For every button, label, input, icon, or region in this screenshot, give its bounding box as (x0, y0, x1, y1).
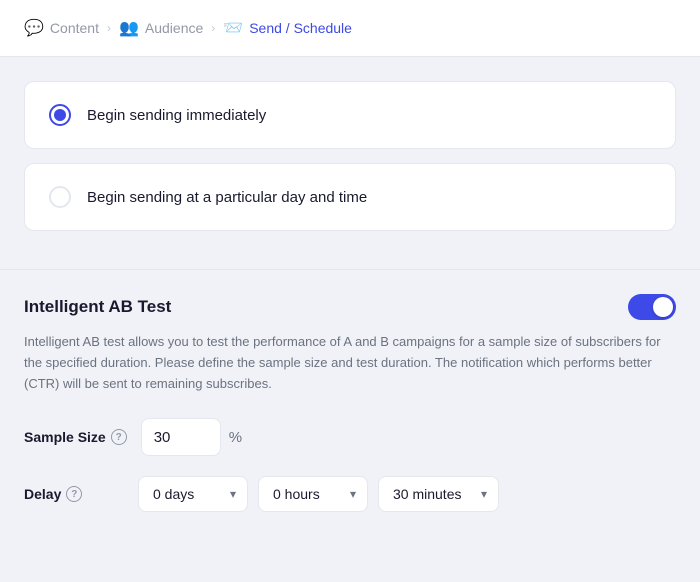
hours-select-wrap: 0 hours 1 hours 2 hours 3 hours 6 hours … (258, 476, 368, 512)
sample-size-input-wrap: % (141, 418, 242, 456)
breadcrumb-send-schedule[interactable]: 📨 Send / Schedule (223, 18, 352, 38)
ab-test-section: Intelligent AB Test Intelligent AB test … (0, 270, 700, 560)
option-particular-time-label: Begin sending at a particular day and ti… (87, 189, 367, 206)
audience-icon: 👥 (119, 18, 139, 38)
sample-size-label: Sample Size ? (24, 429, 127, 445)
main-content: Begin sending immediately Begin sending … (0, 57, 700, 269)
breadcrumb-audience[interactable]: 👥 Audience (119, 18, 203, 38)
send-icon: 📨 (223, 18, 243, 38)
option-particular-time[interactable]: Begin sending at a particular day and ti… (24, 163, 676, 231)
breadcrumb-content-label: Content (50, 20, 99, 36)
percent-label: % (229, 429, 242, 446)
sample-size-input[interactable] (141, 418, 221, 456)
delay-help-icon[interactable]: ? (66, 486, 82, 502)
breadcrumb-audience-label: Audience (145, 20, 203, 36)
delay-selects: 0 days 1 days 2 days 3 days ▾ 0 hours 1 … (138, 476, 499, 512)
chevron-icon-2: › (211, 21, 215, 35)
chevron-icon-1: › (107, 21, 111, 35)
content-icon: 💬 (24, 18, 44, 38)
breadcrumb-send-label: Send / Schedule (249, 20, 352, 36)
sample-size-row: Sample Size ? % (24, 418, 676, 456)
ab-test-header: Intelligent AB Test (24, 294, 676, 320)
radio-particular-time[interactable] (49, 186, 71, 208)
minutes-select-wrap: 0 minutes 15 minutes 30 minutes 45 minut… (378, 476, 499, 512)
breadcrumb: 💬 Content › 👥 Audience › 📨 Send / Schedu… (0, 0, 700, 57)
minutes-select[interactable]: 0 minutes 15 minutes 30 minutes 45 minut… (378, 476, 499, 512)
ab-test-description: Intelligent AB test allows you to test t… (24, 332, 676, 394)
ab-test-title: Intelligent AB Test (24, 297, 171, 317)
days-select[interactable]: 0 days 1 days 2 days 3 days (138, 476, 248, 512)
option-immediately[interactable]: Begin sending immediately (24, 81, 676, 149)
toggle-thumb (653, 297, 673, 317)
delay-label: Delay ? (24, 486, 124, 502)
days-select-wrap: 0 days 1 days 2 days 3 days ▾ (138, 476, 248, 512)
delay-row: Delay ? 0 days 1 days 2 days 3 days ▾ 0 … (24, 476, 676, 512)
radio-immediately[interactable] (49, 104, 71, 126)
breadcrumb-content[interactable]: 💬 Content (24, 18, 99, 38)
sample-size-help-icon[interactable]: ? (111, 429, 127, 445)
hours-select[interactable]: 0 hours 1 hours 2 hours 3 hours 6 hours … (258, 476, 368, 512)
ab-test-toggle[interactable] (628, 294, 676, 320)
toggle-track (628, 294, 676, 320)
radio-immediately-inner (54, 109, 66, 121)
option-immediately-label: Begin sending immediately (87, 107, 266, 124)
